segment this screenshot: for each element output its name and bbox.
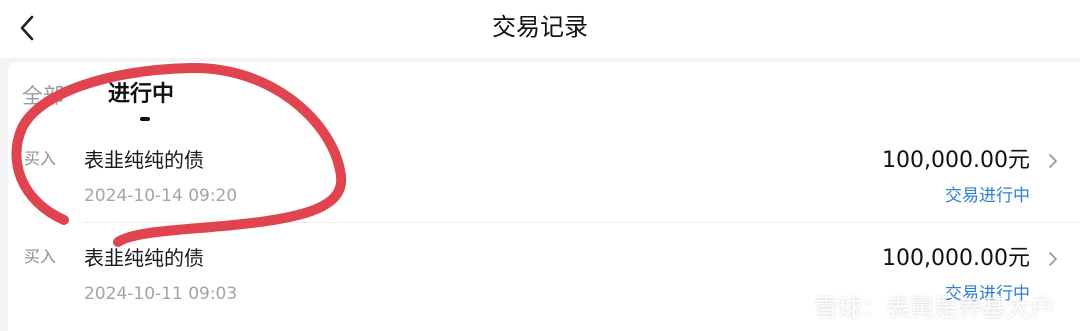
record-status: 交易进行中 — [945, 186, 1030, 206]
chevron-right-icon — [1049, 252, 1057, 266]
record-type: 买入 — [24, 149, 57, 168]
page-title: 交易记录 — [492, 13, 588, 41]
record-time: 2024-10-11 09:03 — [84, 284, 238, 304]
record-amount: 100,000.00元 — [882, 148, 1030, 173]
record-time: 2024-10-14 09:20 — [84, 186, 238, 206]
record-amount: 100,000.00元 — [882, 246, 1030, 271]
active-tab-indicator — [140, 117, 150, 121]
snowball-logo-icon — [775, 297, 808, 319]
record-type: 买入 — [24, 247, 57, 266]
chevron-right-icon — [1049, 154, 1057, 168]
tab-all[interactable]: 全部 — [22, 82, 64, 110]
record-fund-name: 表韭纯纯的债 — [84, 148, 204, 172]
tab-in-progress[interactable]: 进行中 — [108, 80, 174, 110]
transaction-record[interactable]: 买入 表韭纯纯的债 2024-10-14 09:20 100,000.00元 交… — [8, 134, 1080, 224]
watermark: 雪球：表舅是养基大户 — [774, 293, 1054, 323]
records-panel: 全部 进行中 买入 表韭纯纯的债 2024-10-14 09:20 100,00… — [8, 62, 1080, 331]
app-header: 交易记录 — [0, 0, 1080, 58]
record-fund-name: 表韭纯纯的债 — [84, 246, 204, 270]
record-divider — [83, 222, 1080, 223]
watermark-text: 雪球：表舅是养基大户 — [814, 294, 1054, 322]
